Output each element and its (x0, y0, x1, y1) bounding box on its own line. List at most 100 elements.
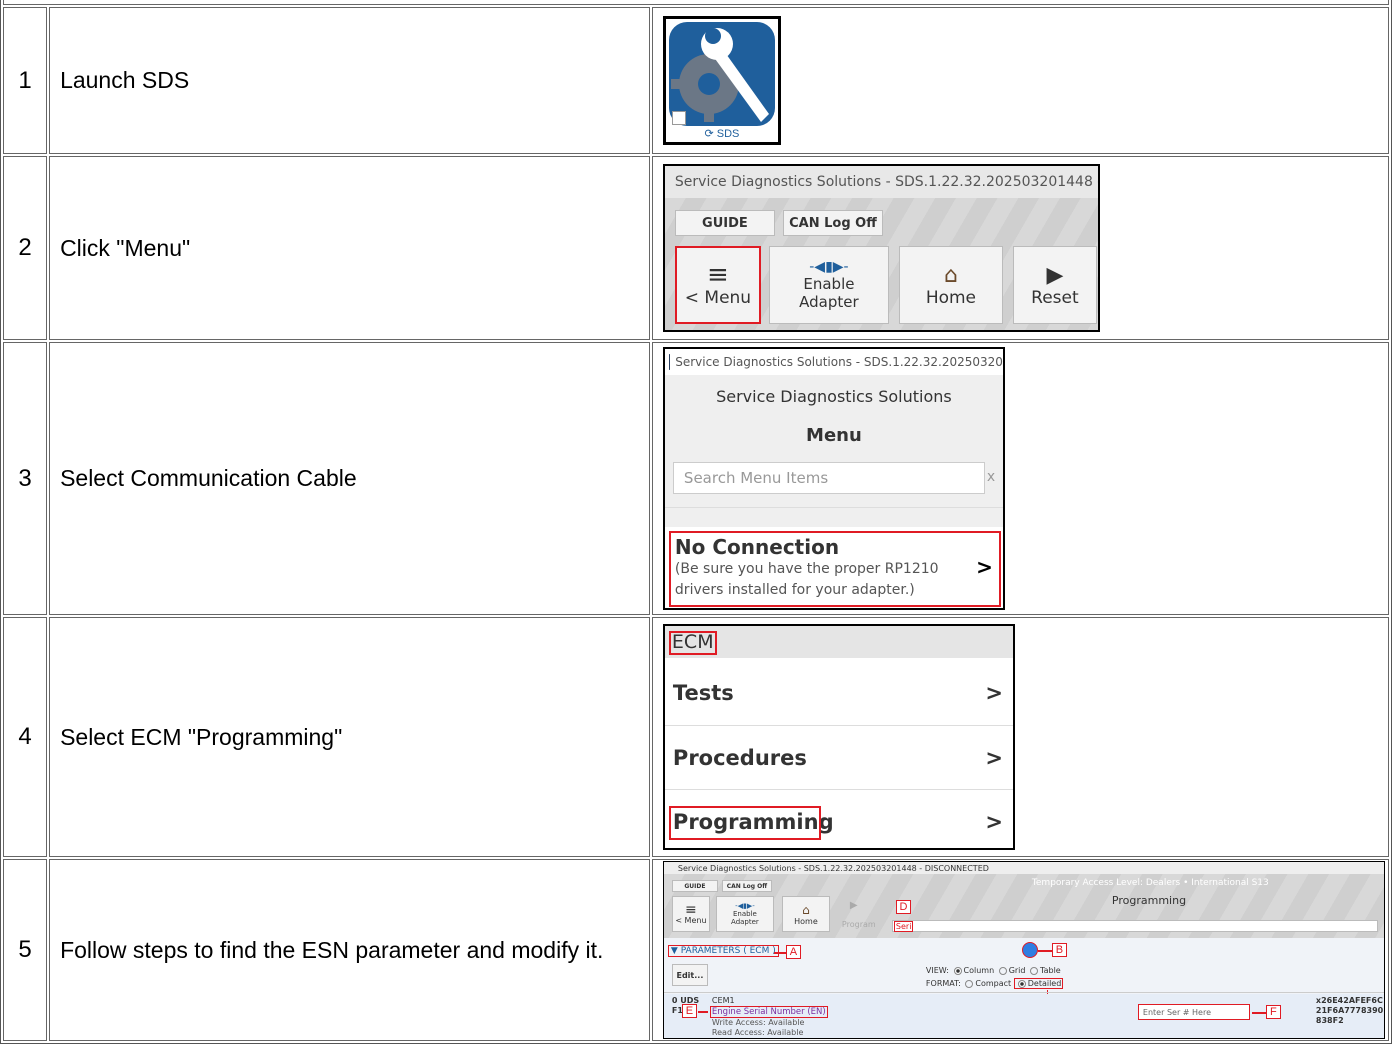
step-number: 5 (3, 859, 48, 1041)
label-a: A (785, 945, 801, 959)
home-icon: ⌂ (943, 262, 958, 288)
ecm-menu-screenshot: ECM Tests > Procedures > Programming > (662, 624, 1015, 850)
home-button[interactable]: ⌂ Home (781, 896, 830, 932)
menu-item-procedures[interactable]: Procedures > (664, 726, 1013, 790)
step-text: Follow steps to find the ESN parameter a… (49, 859, 650, 1041)
format-detailed-radio[interactable] (1017, 979, 1026, 988)
app-heading: Service Diagnostics Solutions (716, 387, 952, 406)
label-d: D (895, 900, 911, 914)
options-icon[interactable] (1021, 942, 1038, 958)
table-row: 5 Follow steps to find the ESN parameter… (3, 859, 1389, 1041)
chevron-right-icon: > (985, 746, 1003, 770)
view-options: VIEW: Column Grid Table (926, 966, 1061, 975)
sds-icon-label: SDS (716, 128, 740, 140)
table-row: 3 Select Communication Cable Service Dia… (3, 342, 1389, 615)
table-row: 1 Launch SDS ⟳ SDS (3, 7, 1389, 154)
highlight-box (674, 246, 761, 324)
search-input[interactable]: Search Menu Items (672, 462, 985, 494)
table-row: 2 Click "Menu" Service Diagnostics Solut… (3, 156, 1389, 340)
can-log-button[interactable]: CAN Log Off (721, 880, 772, 892)
step-number: 2 (3, 156, 48, 340)
window-title: Service Diagnostics Solutions - SDS.1.22… (675, 355, 1003, 369)
hex-value-3: 838F2 (1315, 1016, 1344, 1025)
menu-item-label: Procedures (672, 746, 807, 770)
hamburger-icon: ≡ (685, 901, 697, 918)
table-row: 4 Select ECM "Programming" ECM Tests > P… (3, 617, 1389, 857)
step-number: 3 (3, 342, 48, 615)
serial-number-input[interactable]: Enter Ser # Here (1137, 1004, 1250, 1020)
window-titlebar: Service Diagnostics Solutions - SDS.1.22… (664, 166, 1100, 198)
step-text: Click "Menu" (49, 156, 650, 340)
label-f: F (1265, 1005, 1281, 1019)
home-icon: ⌂ (802, 902, 810, 917)
view-grid-radio[interactable] (998, 966, 1007, 975)
view-column-radio[interactable] (953, 966, 962, 975)
enable-adapter-button[interactable]: -◀▮▶- Enable Adapter (715, 896, 774, 932)
highlight-box (668, 806, 821, 840)
format-compact-radio[interactable] (965, 979, 974, 988)
esn-parameter[interactable]: Engine Serial Number (EN) (709, 1006, 828, 1018)
step-text: Select ECM "Programming" (49, 617, 650, 857)
programming-screenshot: Service Diagnostics Solutions - SDS.1.22… (662, 861, 1385, 1039)
view-label: VIEW: (925, 966, 949, 975)
menu-button-label: < Menu (675, 915, 707, 925)
home-label: Home (794, 916, 818, 926)
plug-icon: -◀▮▶- (809, 259, 849, 275)
cem-label: CEM1 (711, 996, 735, 1005)
format-detailed-label: Detailed (1027, 979, 1062, 988)
step-image: ECM Tests > Procedures > Programming > (651, 617, 1389, 857)
highlight-box (668, 631, 717, 655)
hex-value-1: x26E42AFEF6C (1315, 996, 1383, 1005)
chevron-right-icon: > (985, 681, 1003, 705)
adapter-label: Adapter (799, 293, 859, 311)
write-access: Write Access: Available (711, 1018, 805, 1027)
program-button[interactable]: Program (842, 920, 876, 929)
window-title: Service Diagnostics Solutions - SDS.1.22… (674, 174, 1100, 190)
step-text: Launch SDS (49, 7, 650, 154)
format-label: FORMAT: (925, 979, 961, 988)
read-access: Read Access: Available (711, 1028, 804, 1037)
view-grid-label: Grid (1008, 966, 1026, 975)
serial-search-input[interactable] (891, 920, 1378, 932)
menu-item-label: Tests (672, 681, 734, 705)
enable-label: Enable (803, 275, 855, 293)
hex-value-2: 21F6A7778390 (1315, 1006, 1384, 1015)
view-table-radio[interactable] (1030, 966, 1039, 975)
step-image: Service Diagnostics Solutions - SDS.1.22… (651, 156, 1389, 340)
instruction-table: 1 Launch SDS ⟳ SDS 2 Click "Menu" Servic… (0, 0, 1392, 1044)
reset-button[interactable]: ▶ Reset (1012, 246, 1097, 324)
sds-menu-screenshot: Service Diagnostics Solutions - SDS.1.22… (662, 347, 1005, 610)
clear-search-icon[interactable]: x (987, 469, 995, 485)
adapter-label: Adapter (731, 918, 759, 926)
can-log-button[interactable]: CAN Log Off (782, 210, 883, 236)
reset-label: Reset (1031, 287, 1079, 308)
menu-heading: Menu (806, 425, 862, 446)
step-text: Select Communication Cable (49, 342, 650, 615)
home-label: Home (925, 287, 977, 308)
edit-button[interactable]: Edit... (671, 964, 708, 986)
sds-app-icon[interactable]: ⟳ SDS (662, 16, 781, 145)
refresh-icon: ⟳ (704, 128, 717, 140)
guide-button[interactable]: GUIDE (671, 880, 718, 892)
window-titlebar: Service Diagnostics Solutions - SDS.1.22… (664, 349, 1003, 375)
enable-adapter-button[interactable]: -◀▮▶- Enable Adapter (768, 246, 889, 324)
programming-heading: Programming (1111, 894, 1187, 907)
step-image: Service Diagnostics Solutions - SDS.1.22… (651, 342, 1389, 615)
window-title: Service Diagnostics Solutions - SDS.1.22… (677, 864, 989, 873)
play-icon: ▶ (1046, 262, 1064, 288)
format-compact-label: Compact (975, 979, 1012, 988)
seri-text: Seri (893, 921, 914, 932)
parameters-header[interactable]: ▼ PARAMETERS ( ECM ) (667, 945, 779, 957)
view-column-label: Column (963, 966, 995, 975)
home-button[interactable]: ⌂ Home (898, 246, 1003, 324)
sds-toolbar-screenshot: Service Diagnostics Solutions - SDS.1.22… (662, 164, 1100, 332)
view-table-label: Table (1040, 966, 1061, 975)
enable-label: Enable (733, 910, 757, 918)
step-number: 1 (3, 7, 48, 154)
access-level: Temporary Access Level: Dealers • Intern… (1031, 878, 1269, 888)
menu-item-tests[interactable]: Tests > (664, 662, 1013, 726)
step-image: ⟳ SDS (651, 7, 1389, 154)
menu-button[interactable]: ≡ < Menu (671, 896, 710, 932)
label-b: B (1051, 943, 1067, 957)
guide-button[interactable]: GUIDE (674, 210, 775, 236)
